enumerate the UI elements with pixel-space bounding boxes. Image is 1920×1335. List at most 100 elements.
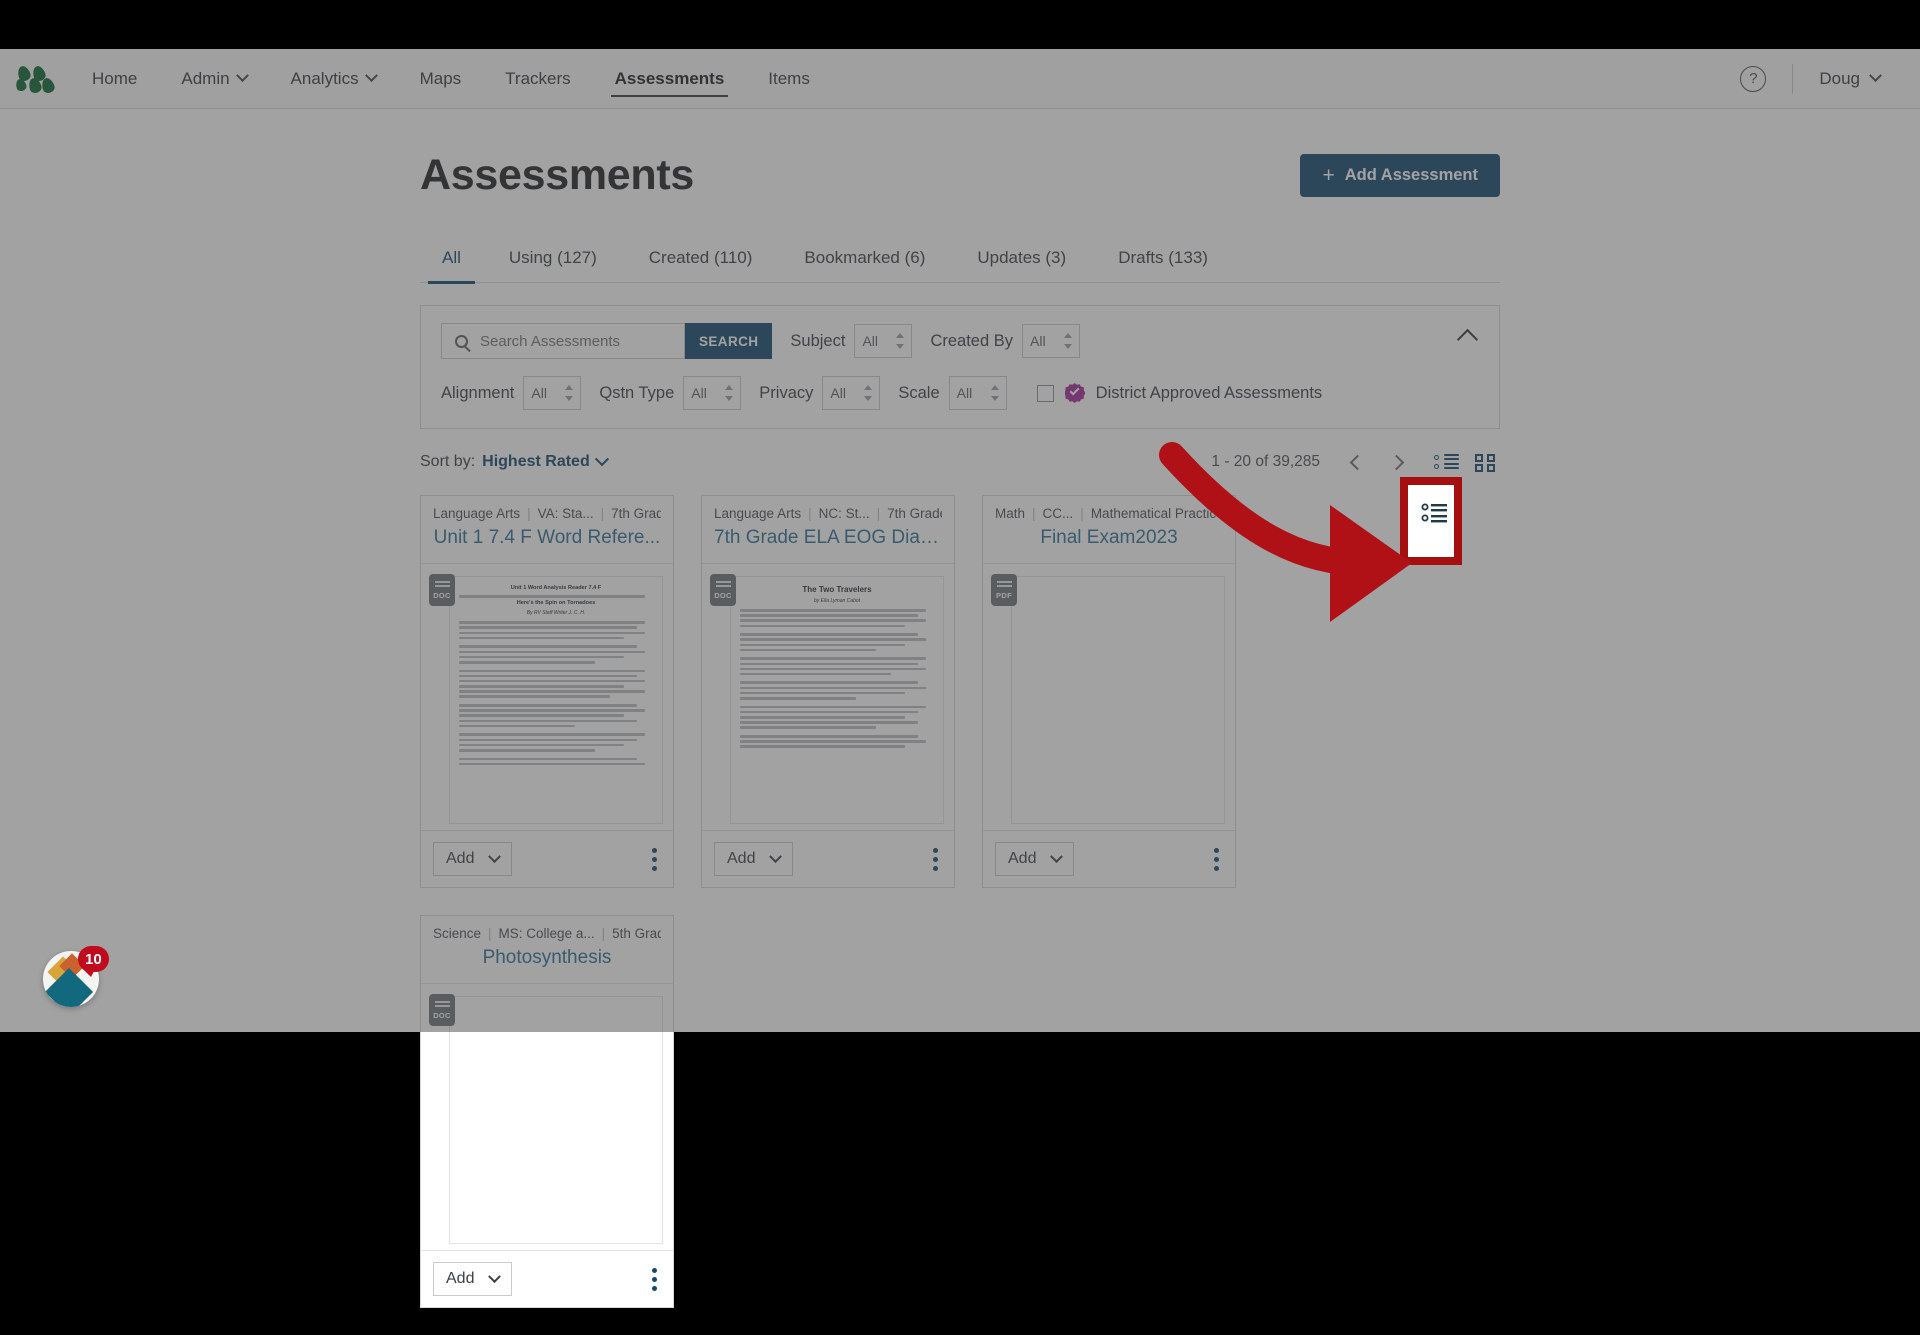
search-input[interactable] bbox=[480, 333, 684, 350]
nav-item-trackers[interactable]: Trackers bbox=[483, 49, 593, 109]
chevron-down-icon bbox=[489, 1270, 502, 1283]
add-assessment-button[interactable]: + Add Assessment bbox=[1300, 154, 1500, 197]
tab-created[interactable]: Created (110) bbox=[623, 248, 779, 282]
thumbnail-subtitle: Here's the Spin on Tornadoes bbox=[459, 600, 653, 606]
card-footer: Add bbox=[702, 830, 954, 887]
qstn-type-filter-value: All bbox=[691, 385, 707, 401]
search-icon bbox=[442, 335, 480, 348]
more-options-icon[interactable] bbox=[1210, 844, 1223, 875]
chevron-left-icon[interactable] bbox=[1350, 454, 1366, 470]
nav-label: Home bbox=[92, 69, 137, 89]
tab-label: Updates (3) bbox=[977, 248, 1066, 267]
tab-label: Using (127) bbox=[509, 248, 597, 267]
created-by-filter-select[interactable]: All bbox=[1022, 324, 1080, 358]
tab-all[interactable]: All bbox=[420, 248, 483, 282]
tab-bookmarked[interactable]: Bookmarked (6) bbox=[778, 248, 951, 282]
nav-label: Analytics bbox=[291, 69, 359, 89]
help-icon[interactable]: ? bbox=[1740, 66, 1766, 92]
assessment-card[interactable]: Language Arts | NC: St... | 7th Grade 7t… bbox=[701, 495, 955, 888]
assessment-card[interactable]: Science | MS: College a... | 5th Grade P… bbox=[420, 915, 674, 1308]
card-standard: CC... bbox=[1043, 506, 1074, 521]
tab-drafts[interactable]: Drafts (133) bbox=[1092, 248, 1234, 282]
tab-using[interactable]: Using (127) bbox=[483, 248, 623, 282]
document-thumbnail: The Two Travelers by Ella Lyman Cabot bbox=[730, 576, 944, 824]
user-name: Doug bbox=[1819, 69, 1860, 89]
assessment-card[interactable]: Math | CC... | Mathematical Practices Fi… bbox=[982, 495, 1236, 888]
card-preview[interactable]: DOC The Two Travelers by Ella Lyman Cabo… bbox=[702, 564, 954, 830]
privacy-filter-value: All bbox=[830, 385, 846, 401]
add-label: Add bbox=[1008, 850, 1036, 868]
thumbnail-byline: By RV Staff Writer J. C. H. bbox=[459, 610, 653, 616]
tab-label: All bbox=[442, 248, 461, 267]
more-options-icon[interactable] bbox=[648, 1264, 661, 1295]
spinner-icon bbox=[991, 385, 1000, 401]
assessment-tabs: All Using (127) Created (110) Bookmarked… bbox=[420, 248, 1500, 283]
meta-separator: | bbox=[602, 926, 606, 941]
district-approved-label: District Approved Assessments bbox=[1096, 384, 1323, 403]
add-button[interactable]: Add bbox=[433, 842, 512, 876]
app-window: Home Admin Analytics Maps Trackers Asses… bbox=[0, 49, 1920, 1032]
doc-type-label: PDF bbox=[996, 591, 1012, 600]
pagination-range: 1 - 20 of 39,285 bbox=[1211, 453, 1320, 471]
created-by-filter-value: All bbox=[1030, 333, 1046, 349]
add-button[interactable]: Add bbox=[714, 842, 793, 876]
filter-row-1: SEARCH Subject All Created By All bbox=[441, 323, 1479, 359]
nav-divider bbox=[1792, 64, 1793, 94]
filter-row-2: Alignment All Qstn Type All Privacy All bbox=[441, 376, 1479, 410]
card-preview[interactable]: DOC bbox=[421, 984, 673, 1250]
sort-control[interactable]: Sort by: Highest Rated bbox=[420, 453, 607, 471]
card-standard: NC: St... bbox=[819, 506, 870, 521]
card-footer: Add bbox=[421, 1250, 673, 1307]
nav-item-admin[interactable]: Admin bbox=[159, 49, 268, 109]
meta-separator: | bbox=[1080, 506, 1084, 521]
user-menu[interactable]: Doug bbox=[1819, 69, 1880, 89]
list-view-icon[interactable] bbox=[1434, 451, 1460, 473]
card-preview[interactable]: DOC Unit 1 Word Analysis Reader 7.4 F He… bbox=[421, 564, 673, 830]
district-approved-checkbox[interactable] bbox=[1037, 385, 1054, 402]
card-preview[interactable]: PDF bbox=[983, 564, 1235, 830]
search-button[interactable]: SEARCH bbox=[685, 323, 772, 359]
card-title[interactable]: 7th Grade ELA EOG Diag... bbox=[714, 527, 942, 549]
card-grade: 7th Grade bbox=[611, 506, 661, 521]
card-title[interactable]: Final Exam2023 bbox=[995, 527, 1223, 549]
spinner-icon bbox=[896, 333, 905, 349]
add-button[interactable]: Add bbox=[995, 842, 1074, 876]
nav-item-analytics[interactable]: Analytics bbox=[269, 49, 398, 109]
grid-view-icon[interactable] bbox=[1474, 451, 1500, 473]
list-view-icon-highlighted[interactable] bbox=[1421, 500, 1449, 526]
card-title[interactable]: Photosynthesis bbox=[433, 947, 661, 969]
page-header-row: Assessments + Add Assessment bbox=[420, 109, 1500, 200]
card-header: Math | CC... | Mathematical Practices Fi… bbox=[983, 496, 1235, 564]
app-logo[interactable] bbox=[0, 66, 70, 92]
alignment-filter-value: All bbox=[531, 385, 547, 401]
nav-item-items[interactable]: Items bbox=[746, 49, 832, 109]
nav-item-maps[interactable]: Maps bbox=[398, 49, 484, 109]
page-title: Assessments bbox=[420, 151, 694, 200]
district-approved-group: District Approved Assessments bbox=[1037, 383, 1323, 403]
more-options-icon[interactable] bbox=[929, 844, 942, 875]
chevron-down-icon bbox=[1051, 850, 1064, 863]
privacy-filter-select[interactable]: All bbox=[822, 376, 880, 410]
assessment-card-grid: Language Arts | VA: Sta... | 7th Grade U… bbox=[420, 495, 1500, 1335]
assessment-card[interactable]: Language Arts | VA: Sta... | 7th Grade U… bbox=[420, 495, 674, 888]
chevron-right-icon[interactable] bbox=[1389, 454, 1405, 470]
document-thumbnail: Unit 1 Word Analysis Reader 7.4 F Here's… bbox=[449, 576, 663, 824]
card-title[interactable]: Unit 1 7.4 F Word Refere... bbox=[433, 527, 661, 549]
card-footer: Add bbox=[421, 830, 673, 887]
nav-item-assessments[interactable]: Assessments bbox=[593, 49, 747, 109]
nav-item-home[interactable]: Home bbox=[70, 49, 159, 109]
add-label: Add bbox=[446, 850, 474, 868]
card-subject: Science bbox=[433, 926, 481, 941]
card-standard: VA: Sta... bbox=[538, 506, 594, 521]
content-container: Assessments + Add Assessment All Using (… bbox=[420, 109, 1500, 1335]
more-options-icon[interactable] bbox=[648, 844, 661, 875]
nav-label: Admin bbox=[181, 69, 229, 89]
alignment-filter-select[interactable]: All bbox=[523, 376, 581, 410]
scale-filter-select[interactable]: All bbox=[949, 376, 1007, 410]
tab-updates[interactable]: Updates (3) bbox=[951, 248, 1092, 282]
qstn-type-filter-select[interactable]: All bbox=[683, 376, 741, 410]
add-button[interactable]: Add bbox=[433, 1262, 512, 1296]
spinner-icon bbox=[725, 385, 734, 401]
widget-notification-badge[interactable]: 10 bbox=[78, 946, 109, 972]
subject-filter-select[interactable]: All bbox=[854, 324, 912, 358]
